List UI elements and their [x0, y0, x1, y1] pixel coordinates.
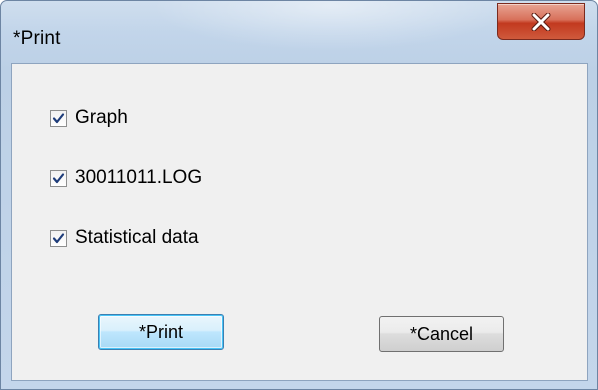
log-file-label: 30011011.LOG	[75, 167, 203, 188]
print-dialog-window: *Print Graph 30011011.LOG Statistical da…	[0, 0, 598, 390]
log-file-checkbox[interactable]	[50, 169, 67, 187]
title-bar-glass-highlight	[151, 1, 511, 51]
print-button[interactable]: *Print	[98, 314, 224, 350]
option-log-file[interactable]: 30011011.LOG	[50, 164, 202, 192]
graph-checkbox[interactable]	[50, 109, 67, 127]
option-statistical-data[interactable]: Statistical data	[50, 224, 199, 252]
graph-label: Graph	[75, 107, 128, 128]
statistical-data-label: Statistical data	[75, 227, 199, 248]
dialog-content: Graph 30011011.LOG Statistical data *Pri…	[11, 63, 588, 381]
check-mark-icon	[52, 172, 65, 183]
title-bar[interactable]: *Print	[1, 1, 597, 63]
check-mark-icon	[52, 232, 65, 243]
option-graph[interactable]: Graph	[50, 104, 128, 132]
check-mark-icon	[52, 112, 65, 123]
close-icon[interactable]	[498, 4, 584, 39]
cancel-button[interactable]: *Cancel	[379, 316, 504, 352]
statistical-data-checkbox[interactable]	[50, 229, 67, 247]
window-title: *Print	[13, 28, 61, 49]
close-button[interactable]	[497, 3, 585, 40]
